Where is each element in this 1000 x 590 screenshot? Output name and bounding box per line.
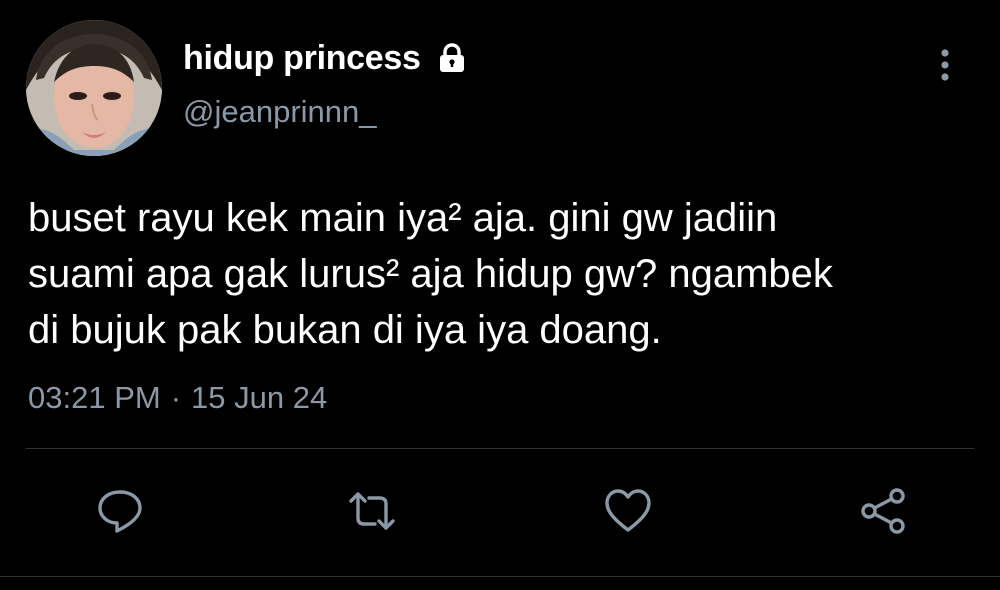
avatar[interactable] bbox=[26, 20, 162, 156]
display-name[interactable]: hidup princess bbox=[183, 39, 421, 78]
avatar-photo bbox=[26, 20, 162, 156]
tweet-text: buset rayu kek main iya² aja. gini gw ja… bbox=[28, 196, 833, 352]
heart-icon[interactable] bbox=[603, 486, 653, 536]
tweet-timestamp: 03:21 PM · 15 Jun 24 bbox=[28, 380, 327, 416]
divider bbox=[26, 448, 974, 449]
tweet-date[interactable]: 15 Jun 24 bbox=[191, 380, 327, 416]
retweet-icon[interactable] bbox=[347, 486, 397, 536]
author-info: hidup princess @jeanprinnn_ bbox=[183, 38, 469, 130]
divider bbox=[0, 576, 1000, 577]
lock-icon bbox=[435, 41, 469, 75]
timestamp-separator: · bbox=[170, 380, 182, 415]
more-vertical-icon[interactable] bbox=[930, 46, 960, 86]
tweet-time: 03:21 PM bbox=[28, 380, 161, 415]
display-name-row: hidup princess bbox=[183, 38, 469, 78]
share-icon[interactable] bbox=[858, 486, 908, 536]
tweet-card: hidup princess @jeanprinnn_ buset rayu k… bbox=[0, 0, 1000, 590]
reply-icon[interactable] bbox=[95, 486, 145, 536]
user-handle[interactable]: @jeanprinnn_ bbox=[183, 94, 469, 130]
